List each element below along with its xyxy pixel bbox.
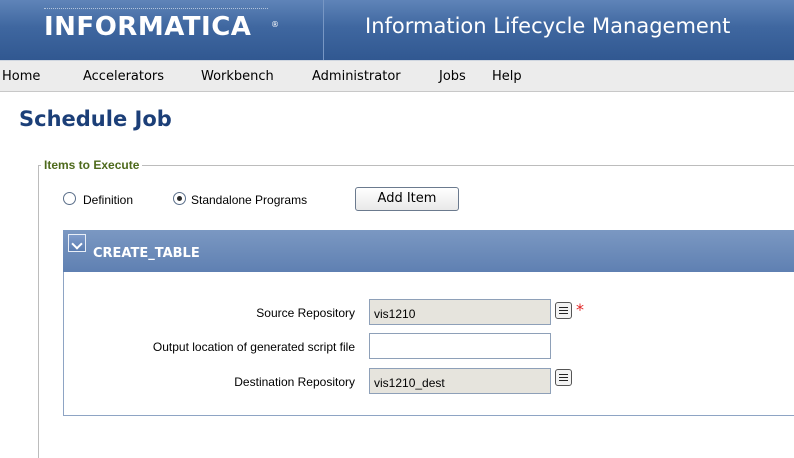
items-to-execute-legend: Items to Execute [41,158,143,172]
source-repository-list-icon[interactable] [555,302,572,319]
source-repository-field[interactable]: vis1210 [369,299,551,325]
app-header: INFORMATICA ® Information Lifecycle Mana… [0,0,794,60]
output-location-input[interactable] [369,333,551,359]
menu-bar: Home Accelerators Workbench Administrato… [0,60,794,92]
source-repository-label: Source Repository [256,306,355,320]
page-title: Schedule Job [19,107,172,131]
destination-repository-list-icon[interactable] [555,369,572,386]
panel-title: CREATE_TABLE [93,246,200,261]
output-location-label: Output location of generated script file [152,340,355,354]
header-divider [323,0,324,60]
fieldset-border-top [38,165,794,166]
menu-help[interactable]: Help [492,69,522,84]
app-title: Information Lifecycle Management [365,14,731,38]
menu-jobs[interactable]: Jobs [439,69,466,84]
informatica-logo: INFORMATICA [44,12,252,42]
add-item-button[interactable]: Add Item [355,187,459,211]
logo-registered-mark: ® [271,20,279,29]
radio-standalone-programs[interactable] [173,192,186,205]
menu-home[interactable]: Home [2,69,40,84]
destination-repository-field[interactable]: vis1210_dest [369,368,551,394]
collapse-icon[interactable] [68,234,86,252]
radio-definition-label[interactable]: Definition [83,193,133,207]
fieldset-border-left [38,165,39,458]
menu-accelerators[interactable]: Accelerators [83,69,164,84]
radio-standalone-programs-label[interactable]: Standalone Programs [191,193,307,207]
menu-workbench[interactable]: Workbench [201,69,274,84]
destination-repository-label: Destination Repository [234,375,355,389]
radio-definition[interactable] [63,192,76,205]
menu-administrator[interactable]: Administrator [312,69,401,84]
required-marker: * [576,300,584,319]
